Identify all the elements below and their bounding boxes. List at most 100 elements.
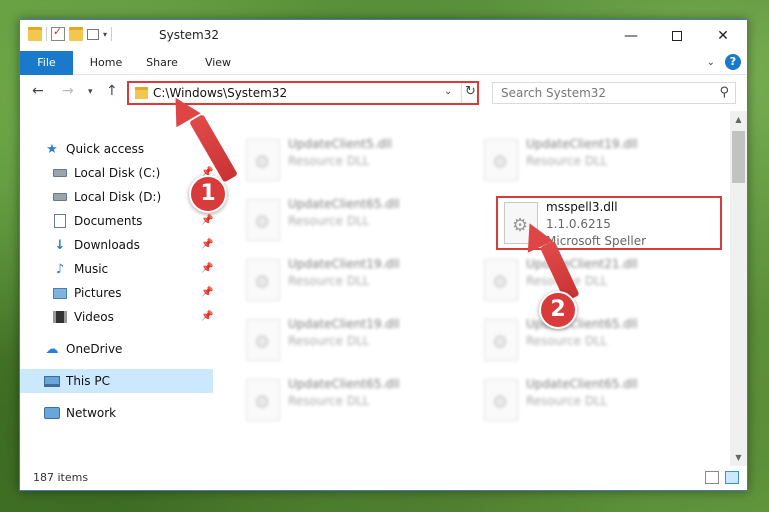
sidebar-item-downloads[interactable]: ↓ Downloads (52, 233, 245, 257)
sidebar-item-network[interactable]: Network (44, 401, 237, 425)
refresh-icon[interactable]: ↻ (465, 84, 476, 99)
expand-ribbon-icon[interactable]: ⌄ (707, 57, 715, 68)
sidebar-item-label: Documents (74, 214, 143, 228)
search-input[interactable]: Search System32 ⚲ (492, 82, 736, 104)
cloud-icon: ☁ (45, 341, 59, 357)
customize-icon[interactable] (87, 28, 99, 40)
window-title: System32 (159, 28, 220, 42)
sidebar-item-label: OneDrive (66, 342, 123, 356)
file-item[interactable]: UpdateClient5.dll Resource DLL (240, 135, 466, 189)
file-name: UpdateClient21.dll (526, 257, 638, 271)
sidebar-item-label: Videos (74, 310, 114, 324)
search-placeholder: Search System32 (501, 86, 607, 100)
toolbar-divider (111, 27, 113, 41)
item-count: 187 items (33, 471, 89, 484)
scroll-thumb[interactable] (732, 131, 745, 183)
file-list: UpdateClient5.dll Resource DLL UpdateCli… (220, 111, 730, 466)
file-item[interactable]: UpdateClient65.dll Resource DLL (478, 315, 704, 369)
scroll-up-icon[interactable]: ▲ (730, 111, 747, 128)
pin-icon: 📌 (201, 287, 214, 298)
ribbon-right-controls: ⌄ ? (707, 54, 741, 70)
search-icon[interactable]: ⚲ (719, 85, 729, 100)
tab-view[interactable]: View (196, 51, 240, 75)
dll-file-icon (246, 319, 280, 361)
network-icon (44, 406, 60, 420)
file-name: msspell3.dll (546, 200, 618, 214)
properties-icon[interactable] (51, 25, 65, 41)
new-folder-icon[interactable] (69, 27, 83, 41)
file-description: Resource DLL (288, 214, 370, 228)
file-description: Resource DLL (526, 334, 608, 348)
pictures-icon (52, 286, 68, 300)
sidebar-item-pictures[interactable]: Pictures (52, 281, 245, 305)
download-icon: ↓ (54, 237, 66, 253)
help-icon[interactable]: ? (725, 54, 741, 70)
step-1-badge: 1 (189, 175, 227, 213)
details-view-icon[interactable] (705, 471, 719, 484)
status-bar: 187 items (20, 466, 747, 490)
pin-icon: 📌 (201, 239, 214, 250)
tab-home[interactable]: Home (82, 51, 130, 75)
file-item[interactable]: UpdateClient19.dll Resource DLL (240, 255, 466, 309)
file-item[interactable]: UpdateClient21.dll Resource DLL (478, 255, 704, 309)
file-description: Microsoft Speller (546, 234, 647, 248)
file-name: UpdateClient19.dll (288, 317, 400, 331)
tab-file[interactable]: File (20, 51, 73, 75)
title-bar: ▾ System32 — ✕ (20, 20, 747, 51)
dll-file-icon (484, 259, 518, 301)
step-2-badge: 2 (539, 291, 577, 329)
sidebar-item-label: Local Disk (C:) (74, 166, 161, 180)
file-item[interactable]: UpdateClient65.dll Resource DLL (240, 375, 466, 429)
toolbar-divider (46, 27, 47, 41)
file-item[interactable]: UpdateClient19.dll Resource DLL (240, 315, 466, 369)
file-description: Resource DLL (288, 334, 370, 348)
file-description: Resource DLL (288, 274, 370, 288)
dll-file-icon (484, 319, 518, 361)
sidebar-item-label: Downloads (74, 238, 140, 252)
computer-icon (44, 374, 60, 388)
disk-icon (52, 190, 68, 204)
file-item[interactable]: UpdateClient65.dll Resource DLL (478, 375, 704, 429)
sidebar-item-videos[interactable]: Videos (52, 305, 245, 329)
tiles-view-icon[interactable] (725, 471, 739, 484)
dll-file-icon (246, 259, 280, 301)
maximize-icon (672, 30, 682, 41)
file-name: UpdateClient19.dll (526, 137, 638, 151)
sidebar-item-music[interactable]: ♪ Music (52, 257, 245, 281)
tab-share[interactable]: Share (138, 51, 186, 75)
scroll-down-icon[interactable]: ▼ (730, 449, 747, 466)
pin-icon: 📌 (201, 311, 214, 322)
dll-file-icon (246, 379, 280, 421)
minimize-button[interactable]: — (608, 20, 654, 51)
file-description: Resource DLL (526, 154, 608, 168)
recent-locations-icon[interactable]: ▾ (88, 87, 93, 97)
sidebar-item-label: Network (66, 406, 117, 420)
folder-icon (28, 27, 42, 41)
address-row: ← → ▾ ↑ C:\Windows\System32 ⌄ ↻ Search S… (20, 75, 747, 111)
file-item[interactable]: UpdateClient65.dll Resource DLL (240, 195, 466, 249)
sidebar-item-label: Music (74, 262, 109, 276)
quick-access-toolbar: ▾ (28, 25, 113, 41)
disk-icon (52, 166, 68, 180)
videos-icon (52, 310, 68, 324)
view-toggle (705, 471, 739, 484)
explorer-window: ▾ System32 — ✕ File Home Share View ⌄ ? … (19, 19, 748, 491)
forward-arrow-icon[interactable]: → (62, 83, 74, 99)
chevron-down-icon[interactable]: ▾ (103, 30, 107, 39)
file-name: UpdateClient65.dll (288, 377, 400, 391)
dll-file-icon (246, 139, 280, 181)
back-arrow-icon[interactable]: ← (32, 83, 44, 99)
sidebar-item-this-pc[interactable]: This PC (20, 369, 213, 393)
sidebar-item-documents[interactable]: Documents (52, 209, 245, 233)
sidebar-item-onedrive[interactable]: ☁ OneDrive (44, 337, 237, 361)
sidebar-item-label: Local Disk (D:) (74, 190, 162, 204)
maximize-button[interactable] (654, 20, 700, 51)
file-item[interactable]: UpdateClient19.dll Resource DLL (478, 135, 704, 189)
close-button[interactable]: ✕ (700, 20, 746, 51)
vertical-scrollbar[interactable]: ▲ ▼ (730, 111, 747, 466)
file-name: UpdateClient5.dll (288, 137, 392, 151)
ribbon-tabs: File Home Share View ⌄ ? (20, 51, 747, 75)
pin-icon: 📌 (201, 263, 214, 274)
up-arrow-icon[interactable]: ↑ (106, 83, 118, 99)
chevron-down-icon[interactable]: ⌄ (444, 86, 452, 97)
